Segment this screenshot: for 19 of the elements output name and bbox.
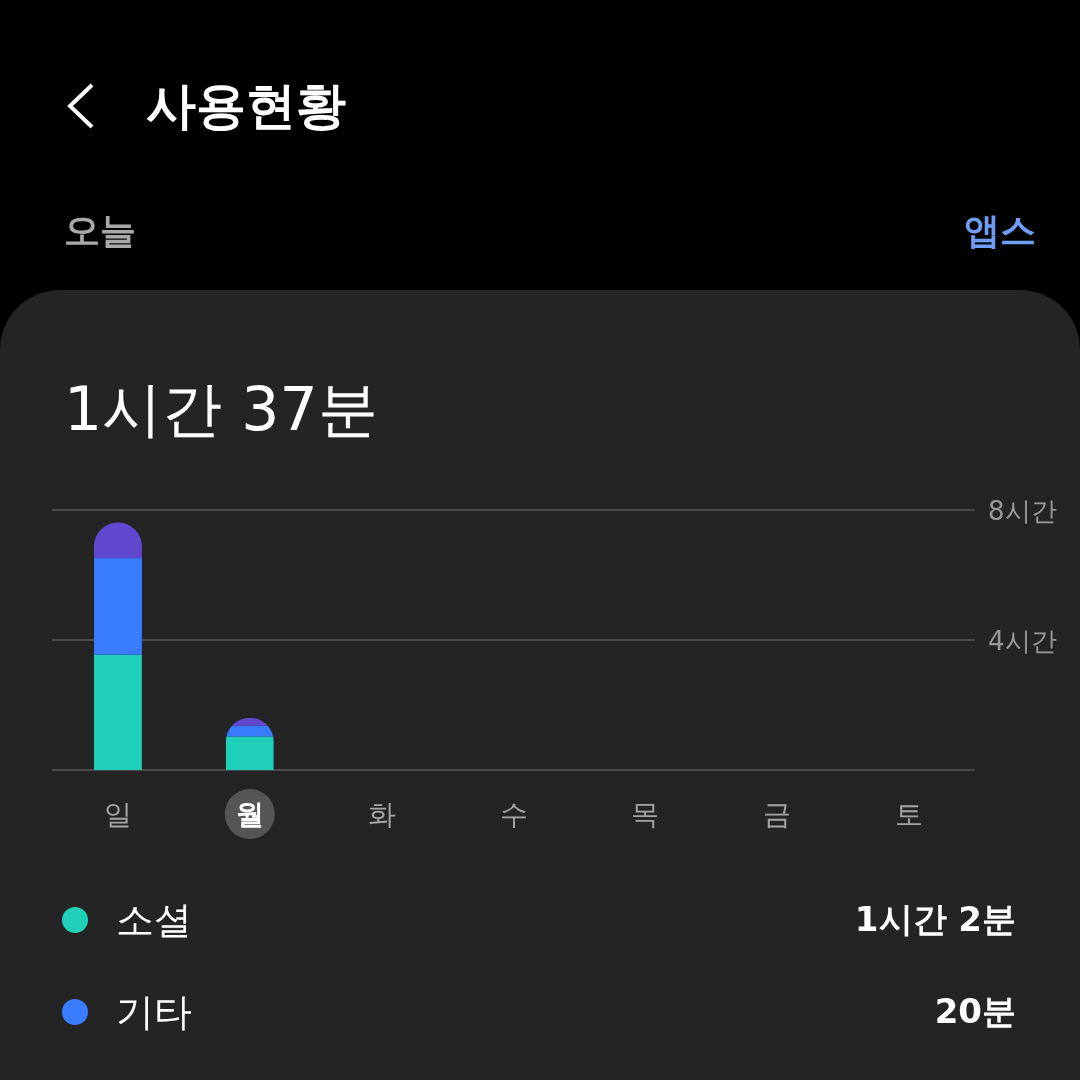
day-tab[interactable]: 월 [224, 789, 275, 839]
day-tab[interactable]: 일 [103, 798, 132, 831]
usage-time: 1시간 2분 [854, 898, 1016, 941]
day-tab[interactable]: 수 [499, 798, 528, 831]
category-name: 기타 [116, 988, 193, 1036]
day-tab[interactable]: 화 [367, 798, 396, 831]
category-name: 소셜 [116, 896, 193, 944]
day-tab[interactable]: 목 [631, 798, 660, 831]
screen-title: 사용현황 [146, 75, 346, 137]
period-label: 오늘 [64, 208, 136, 253]
total-usage: 1시간 37분 [63, 373, 379, 446]
day-tab[interactable]: 금 [763, 798, 792, 831]
x-tick-label: 월 [235, 798, 264, 831]
day-tab[interactable]: 토 [895, 798, 924, 831]
axis-tick-label: 4시간 [988, 626, 1057, 656]
axis-tick-label: 8시간 [988, 496, 1057, 526]
back-icon[interactable] [66, 83, 96, 129]
usage-time: 20분 [934, 990, 1016, 1033]
apps-link[interactable]: 앱스 [964, 206, 1036, 256]
